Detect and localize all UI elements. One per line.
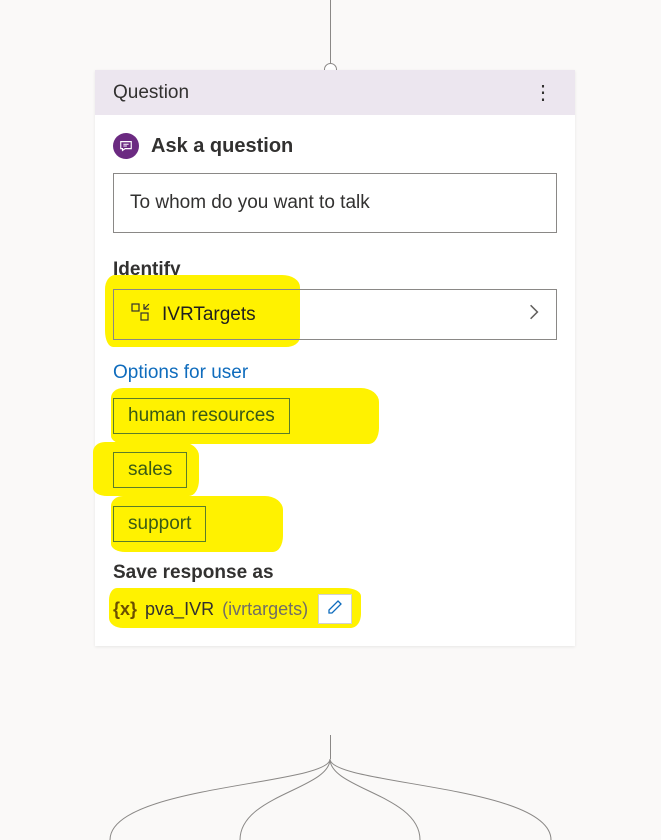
edit-variable-button[interactable] xyxy=(318,594,352,624)
branch-connectors xyxy=(0,755,661,840)
identify-selector[interactable]: IVRTargets xyxy=(113,289,557,340)
option-chip[interactable]: sales xyxy=(113,452,187,488)
variable-token[interactable]: {x} pva_IVR (ivrtargets) xyxy=(113,594,557,624)
chat-bubble-icon xyxy=(113,133,139,159)
variable-brace-icon: {x} xyxy=(113,599,137,620)
card-header: Question ⋮ xyxy=(95,70,575,115)
option-chip[interactable]: human resources xyxy=(113,398,290,434)
pencil-icon xyxy=(327,599,343,620)
connector-line-top xyxy=(330,0,331,70)
option-chip[interactable]: support xyxy=(113,506,206,542)
question-node-card[interactable]: Question ⋮ Ask a question To whom do you… xyxy=(95,70,575,646)
ask-question-row: Ask a question xyxy=(113,133,557,159)
card-body: Ask a question To whom do you want to ta… xyxy=(95,115,575,646)
more-menu-icon[interactable]: ⋮ xyxy=(529,80,557,105)
variable-type: (ivrtargets) xyxy=(222,599,308,620)
entity-icon xyxy=(130,302,150,327)
chevron-right-icon xyxy=(528,303,540,326)
identify-value: IVRTargets xyxy=(162,304,256,326)
question-prompt-input[interactable]: To whom do you want to talk xyxy=(113,173,557,233)
options-for-user-link[interactable]: Options for user xyxy=(113,362,248,384)
variable-name: pva_IVR xyxy=(145,599,214,620)
ask-question-label: Ask a question xyxy=(151,135,293,158)
card-title: Question xyxy=(113,82,189,104)
save-response-label: Save response as xyxy=(113,562,557,584)
